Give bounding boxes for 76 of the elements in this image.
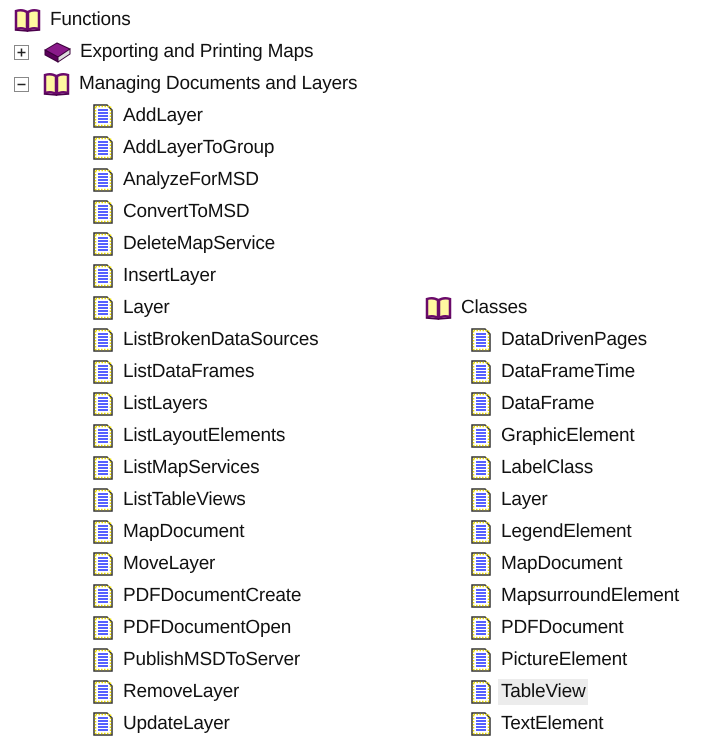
document-icon <box>92 456 114 480</box>
tree-item[interactable]: ListMapServices <box>120 455 262 481</box>
closed-book-icon <box>43 41 71 63</box>
open-book-icon <box>14 8 41 32</box>
document-icon <box>470 488 492 512</box>
document-icon <box>92 488 114 512</box>
expand-toggle[interactable] <box>14 44 29 60</box>
document-icon <box>92 264 114 288</box>
tree-item[interactable]: DataDrivenPages <box>498 327 650 353</box>
document-icon <box>92 104 114 128</box>
tree-item[interactable]: AddLayerToGroup <box>120 135 278 161</box>
document-icon <box>92 232 114 256</box>
document-icon <box>470 584 492 608</box>
document-icon <box>92 712 114 736</box>
tree-item[interactable]: ConvertToMSD <box>120 199 252 225</box>
tree-item[interactable]: DataFrame <box>498 391 598 417</box>
tree-item[interactable]: Layer <box>498 487 551 513</box>
tree-item[interactable]: Managing Documents and Layers <box>76 71 360 97</box>
document-icon <box>92 680 114 704</box>
tree-item[interactable]: ListLayers <box>120 391 211 417</box>
document-icon <box>92 136 114 160</box>
document-icon <box>470 392 492 416</box>
tree-item[interactable]: ListTableViews <box>120 487 249 513</box>
document-icon <box>92 328 114 352</box>
tree-item[interactable]: LegendElement <box>498 519 635 545</box>
tree-item[interactable]: AddLayer <box>120 103 206 129</box>
document-icon <box>470 648 492 672</box>
collapse-toggle[interactable] <box>14 76 29 92</box>
tree-item[interactable]: TextElement <box>498 711 606 737</box>
tree-item[interactable]: UpdateLayer <box>120 711 233 737</box>
tree-item[interactable]: PictureElement <box>498 647 630 673</box>
open-book-icon <box>43 72 70 96</box>
document-icon <box>92 584 114 608</box>
document-icon <box>92 648 114 672</box>
tree-item[interactable]: MoveLayer <box>120 551 218 577</box>
document-icon <box>92 200 114 224</box>
document-icon <box>92 360 114 384</box>
tree-item[interactable]: MapsurroundElement <box>498 583 682 609</box>
tree-item[interactable]: InsertLayer <box>120 263 219 289</box>
document-icon <box>470 616 492 640</box>
tree-item[interactable]: TableView <box>498 679 588 705</box>
tree-item[interactable]: MapDocument <box>120 519 248 545</box>
document-icon <box>470 456 492 480</box>
tree-item[interactable]: PDFDocument <box>498 615 626 641</box>
tree-item[interactable]: LabelClass <box>498 455 596 481</box>
document-icon <box>470 360 492 384</box>
tree-item[interactable]: Functions <box>47 7 134 33</box>
document-icon <box>470 552 492 576</box>
document-icon <box>470 424 492 448</box>
document-icon <box>92 552 114 576</box>
document-icon <box>92 616 114 640</box>
tree-item[interactable]: Exporting and Printing Maps <box>77 39 316 65</box>
tree-item[interactable]: Layer <box>120 295 173 321</box>
tree-item[interactable]: PDFDocumentCreate <box>120 583 304 609</box>
document-icon <box>470 712 492 736</box>
tree-item[interactable]: PublishMSDToServer <box>120 647 303 673</box>
tree-item[interactable]: Classes <box>458 295 530 321</box>
tree-item[interactable]: ListBrokenDataSources <box>120 327 322 353</box>
document-icon <box>470 328 492 352</box>
tree-item[interactable]: DataFrameTime <box>498 359 638 385</box>
document-icon <box>92 424 114 448</box>
document-icon <box>470 680 492 704</box>
document-icon <box>92 296 114 320</box>
tree-item[interactable]: PDFDocumentOpen <box>120 615 294 641</box>
tree-item[interactable]: ListLayoutElements <box>120 423 288 449</box>
document-icon <box>470 520 492 544</box>
tree-item[interactable]: MapDocument <box>498 551 626 577</box>
document-icon <box>92 520 114 544</box>
tree-item[interactable]: ListDataFrames <box>120 359 258 385</box>
tree-item[interactable]: RemoveLayer <box>120 679 242 705</box>
document-icon <box>92 392 114 416</box>
open-book-icon <box>425 296 452 320</box>
document-icon <box>92 168 114 192</box>
tree-item[interactable]: GraphicElement <box>498 423 638 449</box>
tree-item[interactable]: AnalyzeForMSD <box>120 167 262 193</box>
tree-item[interactable]: DeleteMapService <box>120 231 278 257</box>
